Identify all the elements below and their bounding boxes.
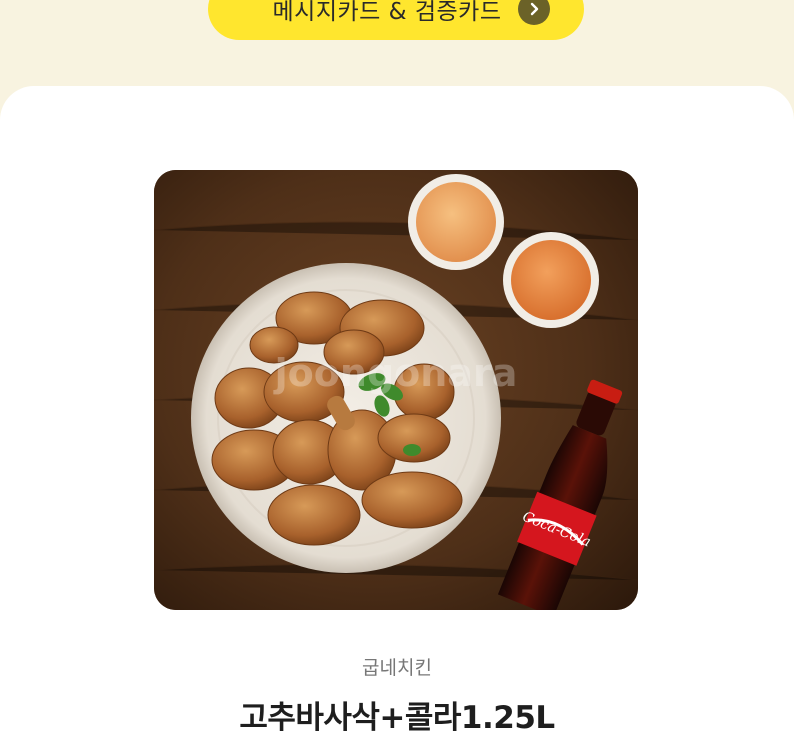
product-card: Coca-Cola joongonara 굽네치킨 고추바사삭+콜라1.25L [0, 86, 794, 750]
chevron-right-icon [518, 0, 550, 25]
message-card-button-label: 메시지카드 & 검증카드 [272, 0, 502, 25]
product-brand: 굽네치킨 [362, 657, 432, 679]
image-watermark: joongonara [273, 351, 518, 395]
product-image[interactable]: Coca-Cola joongonara [154, 170, 638, 610]
product-name: 고추바사삭+콜라1.25L [239, 700, 555, 736]
message-card-button[interactable]: 메시지카드 & 검증카드 [208, 0, 584, 40]
